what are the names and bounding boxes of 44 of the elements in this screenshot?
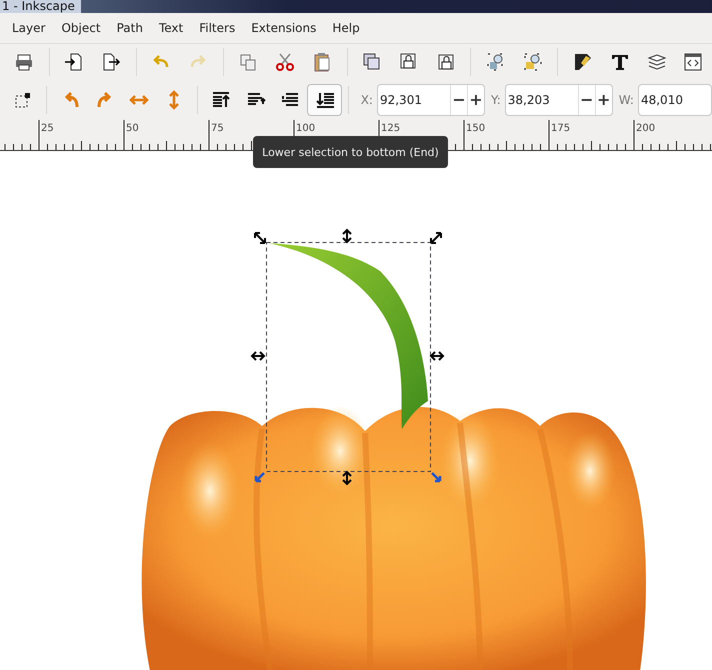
clipboard-icon — [312, 52, 332, 72]
field-label: Y: — [490, 93, 501, 107]
field-label: X: — [360, 93, 373, 107]
zoom-selection-icon — [522, 52, 543, 72]
menu-item[interactable]: Filters — [191, 21, 244, 35]
export-icon — [101, 52, 122, 72]
ruler-label: 175 — [551, 123, 570, 134]
xml-editor-icon — [683, 52, 704, 72]
spin-field[interactable]: 92,301 − + — [376, 84, 485, 116]
menu-item[interactable]: Object — [53, 21, 109, 35]
ruler-label: 100 — [296, 123, 316, 134]
tooltip: Lower selection to bottom (End) — [253, 136, 448, 168]
scissors-icon — [275, 52, 296, 72]
raise-to-top-icon — [211, 90, 232, 110]
ruler-label: 75 — [211, 123, 224, 134]
ruler-label: 50 — [126, 123, 139, 134]
text-icon — [610, 52, 630, 72]
selection-box[interactable] — [250, 228, 444, 486]
stacked-squares-icon — [362, 52, 382, 72]
duplicate-icon — [238, 52, 258, 72]
menu-item[interactable]: Help — [324, 21, 368, 35]
spin-field[interactable]: 38,203 − + — [504, 84, 613, 116]
ruler-label: 150 — [466, 123, 486, 134]
minus-button[interactable]: − — [450, 85, 467, 115]
toolbar-button[interactable] — [307, 84, 342, 116]
lock-icon — [436, 52, 456, 72]
menu-item[interactable]: Layer — [4, 21, 54, 35]
ruler-label: 200 — [636, 123, 656, 134]
spin-field[interactable]: 48,010 — [638, 84, 712, 116]
ruler-label: 125 — [381, 123, 400, 134]
ruler-label: 25 — [41, 123, 54, 134]
pen-icon — [572, 52, 593, 72]
plus-button[interactable]: + — [594, 85, 612, 115]
import-icon — [64, 52, 84, 72]
menu-item[interactable]: Text — [150, 21, 192, 35]
layers-icon — [646, 52, 667, 72]
lower-to-bottom-icon — [314, 90, 335, 110]
menu-item[interactable]: Path — [108, 21, 151, 35]
printer-icon — [14, 52, 34, 72]
field-label: W: — [618, 93, 634, 107]
minus-button[interactable]: − — [578, 85, 595, 115]
plus-button[interactable]: + — [466, 85, 484, 115]
menu-item[interactable]: Extensions — [243, 21, 324, 35]
window-title: 1 - Inkscape — [0, 0, 81, 13]
